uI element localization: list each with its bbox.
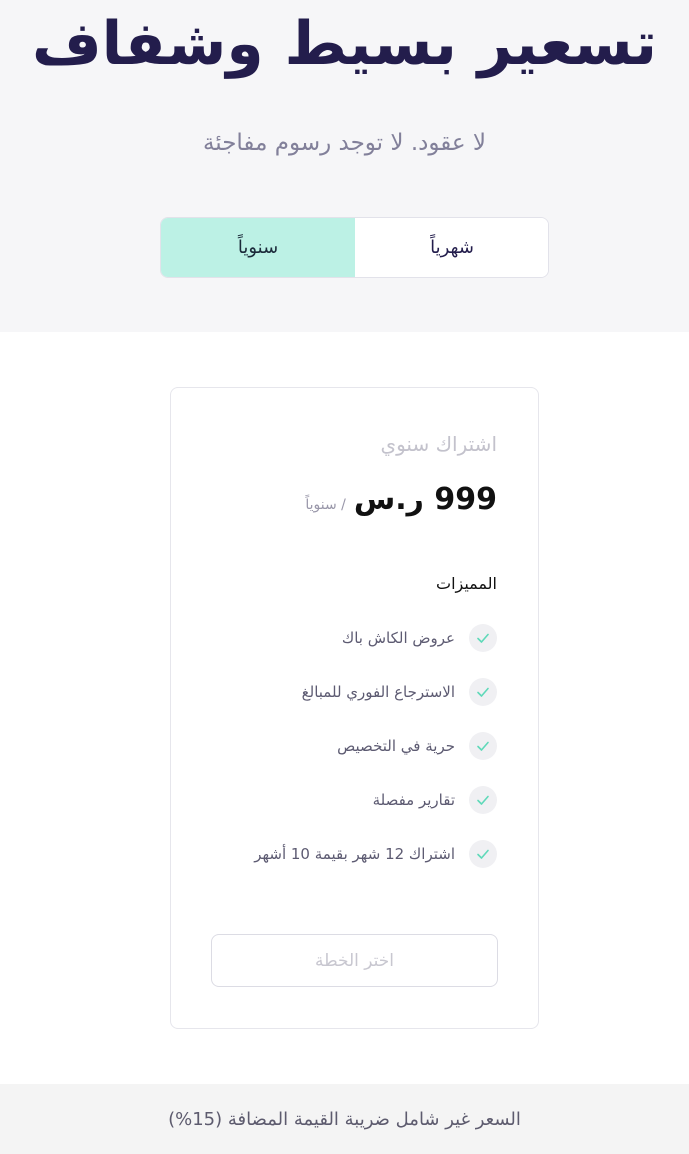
feature-item: حرية في التخصيص <box>197 729 497 763</box>
check-icon <box>469 624 497 652</box>
feature-item: تقارير مفصلة <box>197 783 497 817</box>
feature-item: عروض الكاش باك <box>197 621 497 655</box>
vat-note: السعر غير شامل ضريبة القيمة المضافة (15%… <box>0 1084 689 1154</box>
features-title: المميزات <box>436 574 497 593</box>
plan-name: اشتراك سنوي <box>380 432 497 456</box>
page-title: تسعير بسيط وشفاف <box>31 9 658 79</box>
feature-label: حرية في التخصيص <box>337 737 455 755</box>
feature-label: اشتراك 12 شهر بقيمة 10 أشهر <box>254 845 455 863</box>
check-icon <box>469 786 497 814</box>
toggle-monthly-option[interactable]: شهرياً <box>355 218 548 277</box>
feature-item: اشتراك 12 شهر بقيمة 10 أشهر <box>197 837 497 871</box>
choose-plan-button[interactable]: اختر الخطة <box>211 934 498 987</box>
feature-label: تقارير مفصلة <box>372 791 455 809</box>
billing-period-toggle: سنوياً شهرياً <box>160 217 549 278</box>
page-subtitle: لا عقود. لا توجد رسوم مفاجئة <box>202 130 487 156</box>
hero-section: تسعير بسيط وشفاف لا عقود. لا توجد رسوم م… <box>0 0 689 332</box>
toggle-yearly-option[interactable]: سنوياً <box>161 218 355 277</box>
plan-price: 999 ر.س <box>353 482 497 517</box>
check-icon <box>469 732 497 760</box>
feature-label: الاسترجاع الفوري للمبالغ <box>301 683 455 701</box>
feature-label: عروض الكاش باك <box>341 629 455 647</box>
pricing-card: اشتراك سنوي 999 ر.س / سنوياً المميزات عر… <box>170 387 539 1029</box>
plan-period: / سنوياً <box>305 497 346 513</box>
features-list: عروض الكاش باك الاسترجاع الفوري للمبالغ … <box>197 621 497 891</box>
check-icon <box>469 678 497 706</box>
price-row: 999 ر.س / سنوياً <box>305 482 497 517</box>
check-icon <box>469 840 497 868</box>
vat-note-text: السعر غير شامل ضريبة القيمة المضافة (15%… <box>168 1108 521 1130</box>
feature-item: الاسترجاع الفوري للمبالغ <box>197 675 497 709</box>
